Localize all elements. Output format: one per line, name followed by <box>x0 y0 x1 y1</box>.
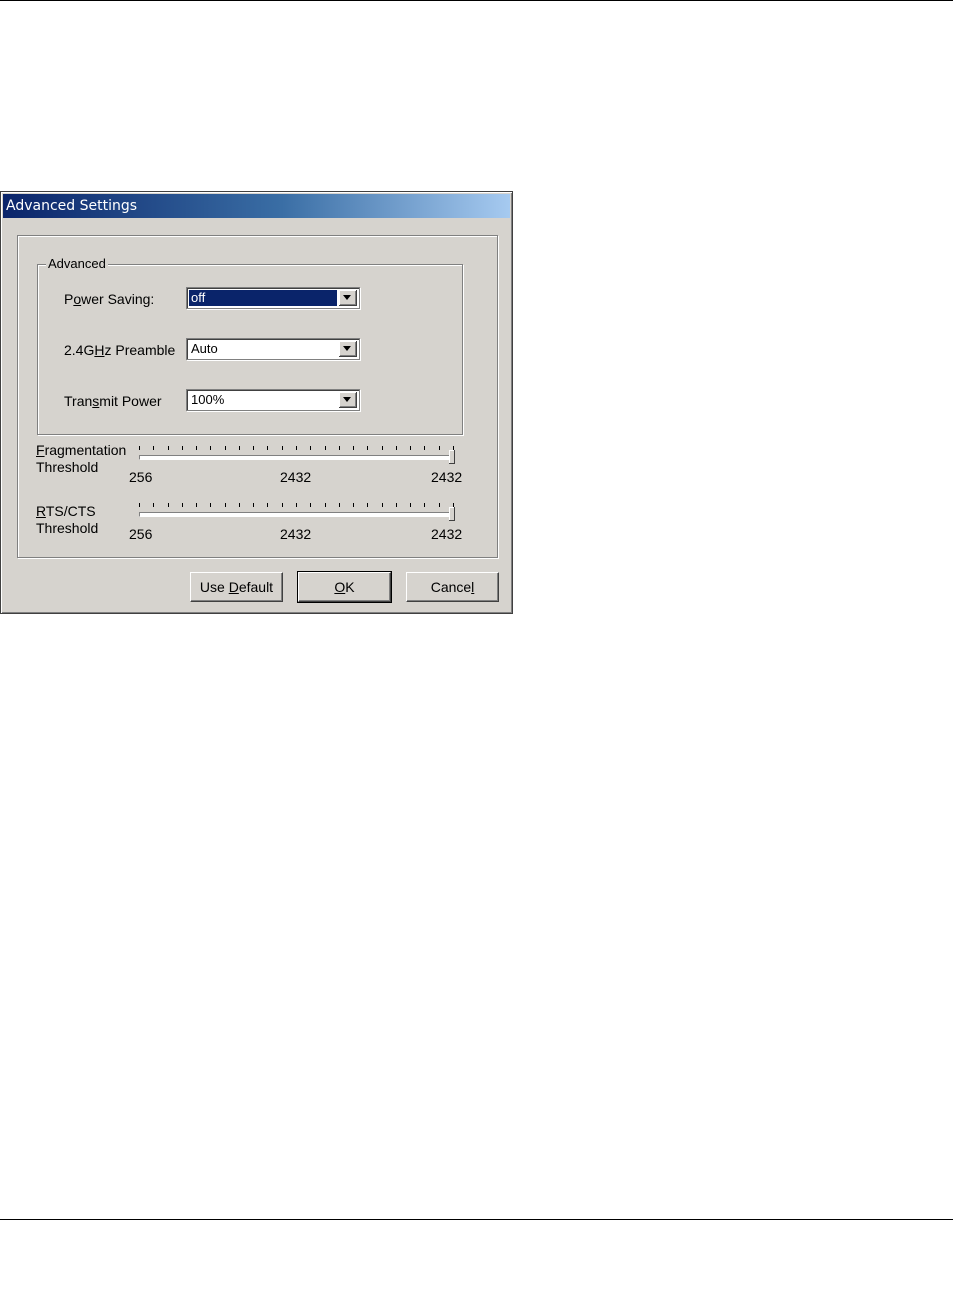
preamble-select[interactable]: Auto <box>186 338 360 360</box>
slider-tick <box>367 446 368 450</box>
rts-cts-ticks <box>139 503 459 509</box>
slider-tick <box>225 503 226 507</box>
slider-tick <box>196 446 197 450</box>
power-saving-select[interactable]: off <box>186 287 360 309</box>
slider-tick <box>168 446 169 450</box>
fragmentation-thumb[interactable] <box>449 450 455 464</box>
chevron-down-icon[interactable] <box>339 392 357 408</box>
fragmentation-min: 256 <box>129 469 153 485</box>
fragmentation-label-line1: Fragmentation <box>36 442 127 458</box>
slider-tick <box>410 503 411 507</box>
preamble-value: Auto <box>191 341 218 356</box>
slider-tick <box>139 503 140 507</box>
slider-tick <box>325 503 326 507</box>
slider-tick <box>139 446 140 450</box>
rts-cts-slider[interactable] <box>139 503 459 525</box>
rts-cts-label-line2: Threshold <box>36 520 99 536</box>
rts-cts-max: 2432 <box>431 526 463 542</box>
slider-tick <box>210 446 211 450</box>
dialog-title: Advanced Settings <box>6 198 138 214</box>
slider-tick <box>439 446 440 450</box>
slider-tick <box>282 446 283 450</box>
slider-tick <box>253 503 254 507</box>
fragmentation-max: 2432 <box>431 469 463 485</box>
ok-button[interactable]: OK <box>297 571 392 603</box>
fragmentation-track[interactable] <box>139 455 455 460</box>
slider-tick <box>296 503 297 507</box>
fragmentation-slider[interactable] <box>139 446 459 468</box>
fragmentation-ticks <box>139 446 459 452</box>
chevron-down-icon[interactable] <box>339 290 357 306</box>
slider-tick <box>225 446 226 450</box>
slider-tick <box>182 446 183 450</box>
advanced-group-label: Advanced <box>46 256 108 271</box>
cancel-button[interactable]: Cancel <box>406 572 499 602</box>
dialog-title-bar[interactable]: Advanced Settings <box>3 194 510 218</box>
advanced-groupbox: Advanced Power Saving: off 2.4GHz Preamb… <box>37 256 463 435</box>
settings-panel: Advanced Power Saving: off 2.4GHz Preamb… <box>17 235 498 558</box>
rts-cts-mid: 2432 <box>280 526 312 542</box>
slider-tick <box>439 503 440 507</box>
page-top-rule <box>0 0 953 1</box>
slider-tick <box>310 503 311 507</box>
slider-tick <box>253 446 254 450</box>
slider-tick <box>282 503 283 507</box>
slider-tick <box>367 503 368 507</box>
slider-tick <box>396 446 397 450</box>
slider-tick <box>182 503 183 507</box>
transmit-power-label: Transmit Power <box>64 393 162 409</box>
rts-cts-thumb[interactable] <box>449 507 455 521</box>
slider-tick <box>410 446 411 450</box>
slider-tick <box>267 503 268 507</box>
slider-tick <box>153 446 154 450</box>
rts-cts-track[interactable] <box>139 512 455 517</box>
slider-tick <box>168 503 169 507</box>
slider-tick <box>267 446 268 450</box>
slider-tick <box>310 446 311 450</box>
fragmentation-mid: 2432 <box>280 469 312 485</box>
slider-tick <box>424 446 425 450</box>
slider-tick <box>353 446 354 450</box>
power-saving-label: Power Saving: <box>64 291 155 307</box>
transmit-power-value: 100% <box>191 392 225 407</box>
use-default-button[interactable]: Use Default <box>190 572 283 602</box>
slider-tick <box>239 446 240 450</box>
slider-tick <box>296 446 297 450</box>
slider-tick <box>382 446 383 450</box>
slider-tick <box>153 503 154 507</box>
fragmentation-label-line2: Threshold <box>36 459 99 475</box>
slider-tick <box>325 446 326 450</box>
slider-tick <box>210 503 211 507</box>
slider-tick <box>239 503 240 507</box>
chevron-down-icon[interactable] <box>339 341 357 357</box>
slider-tick <box>339 503 340 507</box>
page-bottom-rule <box>0 1219 953 1220</box>
slider-tick <box>424 503 425 507</box>
slider-tick <box>396 503 397 507</box>
advanced-settings-dialog: Advanced Settings Advanced Power Saving:… <box>0 191 513 614</box>
preamble-label: 2.4GHz Preamble <box>64 342 176 358</box>
power-saving-value: off <box>189 290 337 306</box>
transmit-power-select[interactable]: 100% <box>186 389 360 411</box>
slider-tick <box>196 503 197 507</box>
slider-tick <box>353 503 354 507</box>
rts-cts-min: 256 <box>129 526 153 542</box>
rts-cts-label-line1: RTS/CTS <box>36 503 96 519</box>
slider-tick <box>339 446 340 450</box>
slider-tick <box>382 503 383 507</box>
